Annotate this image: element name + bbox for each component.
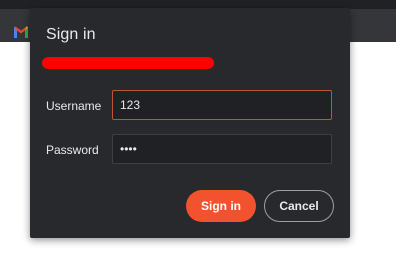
sign-in-dialog: Sign in Username Password Sign in Cancel (30, 8, 350, 238)
username-label: Username (46, 99, 102, 113)
password-field[interactable] (112, 134, 332, 164)
cancel-button[interactable]: Cancel (264, 190, 334, 222)
username-field[interactable] (112, 90, 332, 120)
redaction-mark (42, 57, 214, 69)
sign-in-button[interactable]: Sign in (186, 190, 256, 222)
gmail-icon (14, 26, 28, 38)
password-label: Password (46, 143, 99, 157)
dialog-title: Sign in (46, 26, 96, 43)
